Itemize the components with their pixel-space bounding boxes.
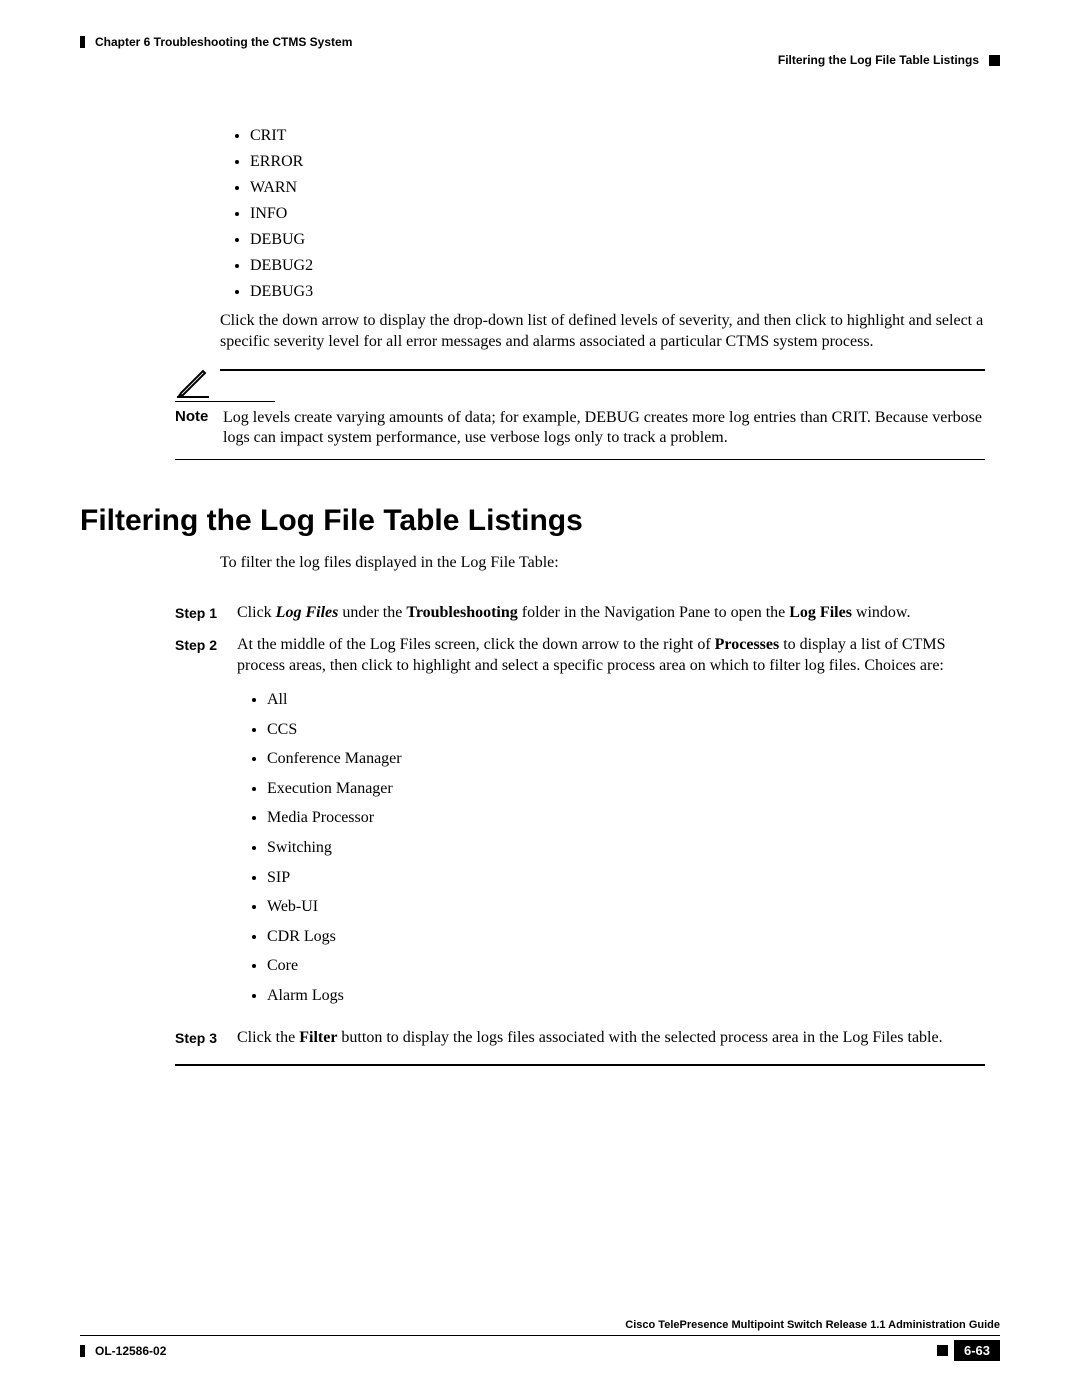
note-text: Log levels create varying amounts of dat… <box>223 408 985 450</box>
step-3: Step 3 Click the Filter button to displa… <box>175 1027 985 1049</box>
text: button to display the logs files associa… <box>337 1029 942 1046</box>
list-item: CCS <box>267 719 985 741</box>
header-square-icon <box>989 55 1000 66</box>
section-heading: Filtering the Log File Table Listings <box>80 504 1000 538</box>
step-1: Step 1 Click Log Files under the Trouble… <box>175 602 985 624</box>
process-list: All CCS Conference Manager Execution Man… <box>237 689 985 1007</box>
text: folder in the Navigation Pane to open th… <box>518 604 789 621</box>
note-pencil-icon <box>175 363 211 399</box>
header-bar-icon <box>80 36 85 48</box>
header-chapter: Chapter 6 Troubleshooting the CTMS Syste… <box>80 35 1000 49</box>
header-section-ref: Filtering the Log File Table Listings <box>80 53 1000 67</box>
list-item: Alarm Logs <box>267 985 985 1007</box>
text: window. <box>852 604 911 621</box>
footer-bar-icon <box>80 1345 85 1357</box>
section-ref-label: Filtering the Log File Table Listings <box>778 53 979 67</box>
list-item: DEBUG3 <box>250 283 985 301</box>
footer-square-icon <box>937 1345 948 1356</box>
list-item: DEBUG2 <box>250 257 985 275</box>
note-label: Note <box>175 408 223 425</box>
footer-ol: OL-12586-02 <box>80 1344 166 1358</box>
footer-page-number: 6-63 <box>954 1340 1000 1361</box>
divider <box>220 369 985 371</box>
severity-list: CRIT ERROR WARN INFO DEBUG DEBUG2 DEBUG3 <box>220 127 985 301</box>
list-item: All <box>267 689 985 711</box>
list-item: SIP <box>267 867 985 889</box>
list-item: INFO <box>250 205 985 223</box>
text-bold: Filter <box>299 1029 337 1046</box>
list-item: Media Processor <box>267 807 985 829</box>
list-item: Core <box>267 955 985 977</box>
text: Click <box>237 604 276 621</box>
footer-guide-title: Cisco TelePresence Multipoint Switch Rel… <box>80 1319 1000 1331</box>
text-bold: Log Files <box>789 604 852 621</box>
footer: Cisco TelePresence Multipoint Switch Rel… <box>80 1319 1000 1361</box>
list-item: Conference Manager <box>267 748 985 770</box>
list-item: Execution Manager <box>267 778 985 800</box>
list-item: WARN <box>250 179 985 197</box>
text-bold: Troubleshooting <box>406 604 517 621</box>
note-rule-top <box>175 401 275 402</box>
step-2: Step 2 At the middle of the Log Files sc… <box>175 634 985 1017</box>
chapter-label: Chapter 6 Troubleshooting the CTMS Syste… <box>95 35 352 49</box>
list-item: Switching <box>267 837 985 859</box>
list-item: ERROR <box>250 153 985 171</box>
footer-page-wrap: 6-63 <box>937 1340 1000 1361</box>
list-item: Web-UI <box>267 896 985 918</box>
note-block: Note Log levels create varying amounts o… <box>175 401 985 461</box>
step-label: Step 3 <box>175 1027 237 1048</box>
step-body: Click the Filter button to display the l… <box>237 1027 985 1049</box>
note-rule-bottom <box>175 459 985 460</box>
divider <box>175 1064 985 1066</box>
severity-paragraph: Click the down arrow to display the drop… <box>220 311 985 353</box>
text-bold: Processes <box>715 636 780 653</box>
step-body: Click Log Files under the Troubleshootin… <box>237 602 985 624</box>
list-item: CDR Logs <box>267 926 985 948</box>
text: At the middle of the Log Files screen, c… <box>237 636 715 653</box>
text: under the <box>338 604 406 621</box>
list-item: DEBUG <box>250 231 985 249</box>
step-label: Step 2 <box>175 634 237 655</box>
text: Click the <box>237 1029 299 1046</box>
list-item: CRIT <box>250 127 985 145</box>
step-body: At the middle of the Log Files screen, c… <box>237 634 985 1017</box>
text-bolditalic: Log Files <box>276 604 339 621</box>
footer-rule <box>80 1335 1000 1336</box>
intro-paragraph: To filter the log files displayed in the… <box>220 554 985 572</box>
step-label: Step 1 <box>175 602 237 623</box>
footer-ol-label: OL-12586-02 <box>95 1344 166 1358</box>
